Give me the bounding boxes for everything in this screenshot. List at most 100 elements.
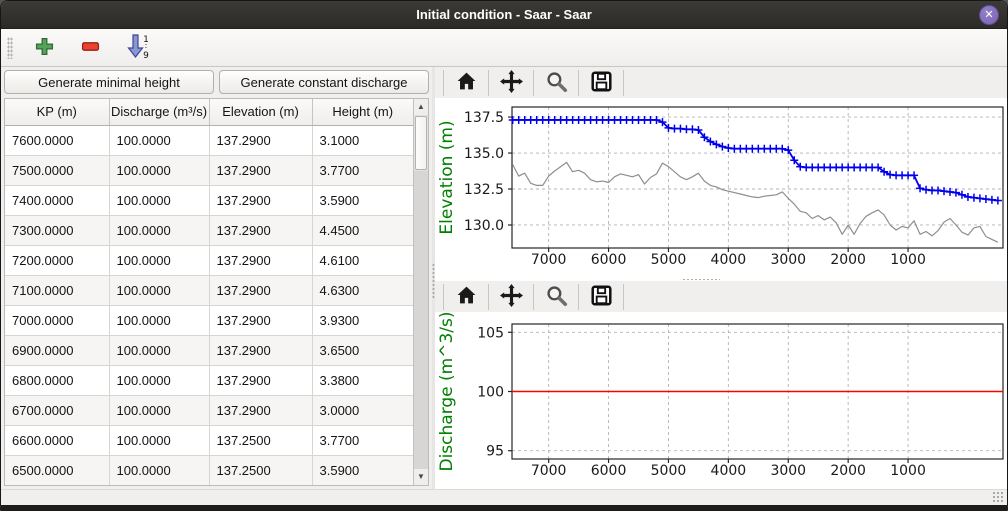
- chart-splitter-grip[interactable]: [682, 278, 720, 282]
- table-cell[interactable]: 100.0000: [109, 155, 209, 185]
- generate-minimal-height-button[interactable]: Generate minimal height: [4, 70, 214, 94]
- table-cell[interactable]: 137.2900: [209, 125, 312, 155]
- table-cell[interactable]: 7500.0000: [5, 155, 109, 185]
- generate-constant-discharge-button[interactable]: Generate constant discharge: [219, 70, 429, 94]
- table-cell[interactable]: 4.4500: [312, 215, 413, 245]
- svg-text:1: 1: [143, 35, 149, 45]
- table-cell[interactable]: 137.2900: [209, 275, 312, 305]
- table-cell[interactable]: 3.5900: [312, 455, 413, 485]
- table-cell[interactable]: 100.0000: [109, 395, 209, 425]
- pan-button[interactable]: [495, 68, 527, 98]
- scroll-down-button[interactable]: ▼: [414, 469, 428, 485]
- table-scrollbar[interactable]: ▲ ▼: [413, 99, 428, 485]
- pan-button[interactable]: [495, 282, 527, 312]
- column-header[interactable]: Discharge (m³/s): [109, 99, 209, 125]
- table-cell[interactable]: 3.7700: [312, 425, 413, 455]
- svg-text:2000: 2000: [830, 252, 866, 268]
- table-cell[interactable]: 7400.0000: [5, 185, 109, 215]
- resize-grip[interactable]: [992, 491, 1004, 503]
- table-cell[interactable]: 6500.0000: [5, 455, 109, 485]
- table-cell[interactable]: 3.5900: [312, 185, 413, 215]
- table-cell[interactable]: 100.0000: [109, 335, 209, 365]
- table-cell[interactable]: [312, 485, 413, 486]
- plus-icon: [35, 37, 54, 59]
- table-cell[interactable]: 137.2900: [209, 305, 312, 335]
- left-panel: Generate minimal height Generate constan…: [1, 67, 432, 489]
- table-cell[interactable]: 3.0000: [312, 395, 413, 425]
- svg-text:7000: 7000: [531, 252, 567, 268]
- table-cell[interactable]: [5, 485, 109, 486]
- table-cell[interactable]: 3.9300: [312, 305, 413, 335]
- table-cell[interactable]: 7200.0000: [5, 245, 109, 275]
- table-header-row: KP (m)Discharge (m³/s)Elevation (m)Heigh…: [5, 99, 413, 125]
- remove-row-button[interactable]: [75, 33, 105, 63]
- column-header[interactable]: Elevation (m): [209, 99, 312, 125]
- table-cell[interactable]: 3.3800: [312, 365, 413, 395]
- right-panel: 7000600050004000300020001000137.5135.013…: [435, 67, 1007, 489]
- zoom-button[interactable]: [540, 282, 572, 312]
- elevation-chart[interactable]: 7000600050004000300020001000137.5135.013…: [435, 98, 1007, 276]
- add-row-button[interactable]: [29, 33, 59, 63]
- svg-text:Elevation (m): Elevation (m): [437, 120, 457, 234]
- column-header[interactable]: KP (m): [5, 99, 109, 125]
- table-cell[interactable]: 100.0000: [109, 215, 209, 245]
- home-button[interactable]: [450, 68, 482, 98]
- scrollbar-track[interactable]: [414, 171, 428, 469]
- svg-text:1000: 1000: [890, 463, 926, 479]
- table-cell[interactable]: 137.2500: [209, 455, 312, 485]
- svg-text:135.0: 135.0: [464, 146, 504, 162]
- table-cell[interactable]: 6800.0000: [5, 365, 109, 395]
- table-cell[interactable]: 7100.0000: [5, 275, 109, 305]
- table-cell[interactable]: 4.6100: [312, 245, 413, 275]
- table-cell[interactable]: 3.7700: [312, 155, 413, 185]
- table-cell[interactable]: 100.0000: [109, 425, 209, 455]
- zoom-button[interactable]: [540, 68, 572, 98]
- home-button[interactable]: [450, 282, 482, 312]
- svg-text:130.0: 130.0: [464, 218, 504, 234]
- table-cell[interactable]: [209, 485, 312, 486]
- table-cell[interactable]: 137.2500: [209, 425, 312, 455]
- table-cell[interactable]: 3.1000: [312, 125, 413, 155]
- table-row: 7000.0000100.0000137.29003.9300: [5, 305, 413, 335]
- save-button[interactable]: [585, 282, 617, 312]
- scroll-up-button[interactable]: ▲: [414, 99, 428, 115]
- table-cell[interactable]: 137.2900: [209, 365, 312, 395]
- table-cell[interactable]: 137.2900: [209, 215, 312, 245]
- svg-text:4000: 4000: [711, 252, 747, 268]
- table-cell[interactable]: 6700.0000: [5, 395, 109, 425]
- magnifier-icon: [545, 284, 568, 310]
- table-cell[interactable]: 7600.0000: [5, 125, 109, 155]
- titlebar[interactable]: Initial condition - Saar - Saar ✕: [1, 1, 1007, 29]
- table-cell[interactable]: 4.6300: [312, 275, 413, 305]
- table-cell[interactable]: 100.0000: [109, 125, 209, 155]
- table-cell[interactable]: 100.0000: [109, 455, 209, 485]
- svg-text:1000: 1000: [890, 252, 926, 268]
- table-cell[interactable]: 100.0000: [109, 185, 209, 215]
- table-cell[interactable]: 3.6500: [312, 335, 413, 365]
- initial-condition-table: KP (m)Discharge (m³/s)Elevation (m)Heigh…: [4, 98, 429, 486]
- save-icon: [590, 70, 613, 96]
- table-cell[interactable]: 100.0000: [109, 245, 209, 275]
- scroll-down-icon: ▼: [417, 472, 425, 481]
- table-cell[interactable]: 100.0000: [109, 365, 209, 395]
- table-cell[interactable]: 137.2900: [209, 155, 312, 185]
- sort-button[interactable]: 1 9: [121, 33, 155, 63]
- table-cell[interactable]: 100.0000: [109, 305, 209, 335]
- table-cell[interactable]: [109, 485, 209, 486]
- table-cell[interactable]: 100.0000: [109, 275, 209, 305]
- save-button[interactable]: [585, 68, 617, 98]
- table-cell[interactable]: 137.2900: [209, 185, 312, 215]
- discharge-chart[interactable]: 700060005000400030002000100010510095Disc…: [435, 312, 1007, 484]
- close-button[interactable]: ✕: [979, 5, 999, 25]
- table-cell[interactable]: 6600.0000: [5, 425, 109, 455]
- table-cell[interactable]: 137.2900: [209, 245, 312, 275]
- table-cell[interactable]: 137.2900: [209, 335, 312, 365]
- toolbar-drag-handle[interactable]: [7, 37, 13, 59]
- table-cell[interactable]: 6900.0000: [5, 335, 109, 365]
- table-cell[interactable]: 7000.0000: [5, 305, 109, 335]
- table-cell[interactable]: 7300.0000: [5, 215, 109, 245]
- toolbar-separator: [443, 70, 444, 96]
- column-header[interactable]: Height (m): [312, 99, 413, 125]
- table-cell[interactable]: 137.2900: [209, 395, 312, 425]
- scrollbar-thumb[interactable]: [415, 116, 427, 170]
